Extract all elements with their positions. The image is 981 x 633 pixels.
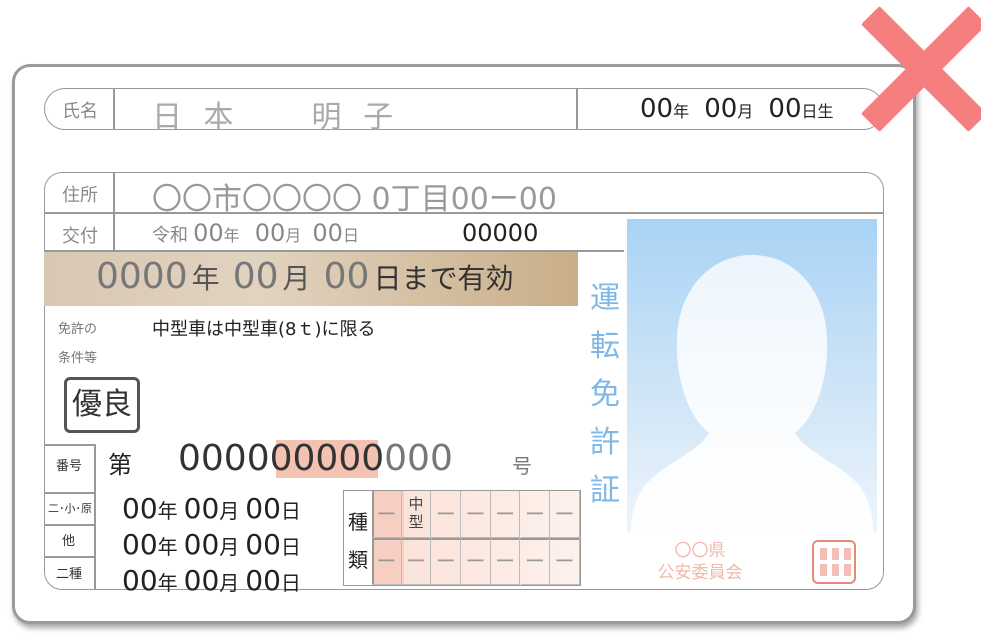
license-type-cell: ー xyxy=(550,538,580,585)
address-value: 〇〇市〇〇〇〇 0丁目00ー00 xyxy=(152,182,557,217)
name-label: 氏名 xyxy=(62,101,98,122)
divider xyxy=(44,492,94,494)
license-type-cell: ー xyxy=(431,538,462,585)
date-row-label: 二･小･原 xyxy=(48,502,92,515)
license-type-cell: ー xyxy=(461,491,491,538)
holder-name: 日 本 明 子 xyxy=(152,100,400,135)
divider xyxy=(113,88,115,130)
conditions-value: 中型車は中型車(8ｔ)に限る xyxy=(152,319,376,340)
holder-photo xyxy=(627,219,877,533)
divider xyxy=(94,444,96,590)
divider xyxy=(44,524,94,526)
license-title-vertical: 運 転 免 許 証 xyxy=(588,275,622,515)
issuer-committee: 公安委員会 xyxy=(657,563,743,583)
date-row: 00年 00月 00日 xyxy=(122,528,301,561)
issue-serial: 00000 xyxy=(462,219,539,247)
date-row-label: 二種 xyxy=(56,567,83,582)
title-char: 転 xyxy=(590,329,620,364)
types-label-bottom: 類 xyxy=(348,548,368,572)
types-label-top: 種 xyxy=(348,510,368,534)
license-number: 000000000000 xyxy=(178,438,453,479)
license-type-cell: ー xyxy=(520,538,551,585)
date-row: 00年 00月 00日 xyxy=(122,492,301,525)
license-type-cell: ー xyxy=(372,538,402,585)
title-char: 証 xyxy=(590,473,620,508)
license-type-cell: ー xyxy=(401,538,432,585)
title-char: 運 xyxy=(590,281,620,316)
divider xyxy=(44,556,94,558)
divider xyxy=(576,88,578,130)
valid-until-date: 0000 年 00 月 00 日まで有効 xyxy=(96,256,514,297)
category-dates: 00年 00月 00日 00年 00月 00日 00年 00月 00日 xyxy=(122,493,301,601)
birth-date: 00年 00月 00日生 xyxy=(640,94,834,124)
date-row-label: 他 xyxy=(62,534,76,549)
conditions-label-line2: 条件等 xyxy=(58,351,98,366)
number-prefix: 第 xyxy=(108,451,132,479)
issue-label: 交付 xyxy=(62,226,98,247)
divider xyxy=(44,444,94,446)
address-label: 住所 xyxy=(62,185,98,206)
title-char: 免 xyxy=(590,377,620,412)
number-label: 番号 xyxy=(56,459,83,474)
date-row: 00年 00月 00日 xyxy=(122,564,301,597)
number-suffix: 号 xyxy=(512,454,532,478)
license-type-cell: ー xyxy=(490,538,521,585)
license-type-cell: ー xyxy=(520,491,551,538)
license-type-cell: ー xyxy=(431,491,462,538)
issue-date: 令和 00年 00月 00日 xyxy=(152,219,359,247)
license-type-cell: ー xyxy=(490,491,521,538)
license-type-cell: 中 型 xyxy=(401,491,432,538)
divider xyxy=(113,172,115,250)
issuer: 〇〇県 公安委員会 xyxy=(640,540,760,584)
license-type-cell: ー xyxy=(461,538,491,585)
person-silhouette-icon xyxy=(631,255,873,533)
license-type-cell: ー xyxy=(372,491,402,538)
official-seal-icon xyxy=(812,540,856,584)
issuer-prefecture: 〇〇県 xyxy=(674,541,726,561)
title-char: 許 xyxy=(590,425,620,460)
license-type-cell: ー xyxy=(550,491,580,538)
conditions-label-line1: 免許の xyxy=(58,322,98,337)
excellent-driver-badge: 優良 xyxy=(64,377,140,433)
